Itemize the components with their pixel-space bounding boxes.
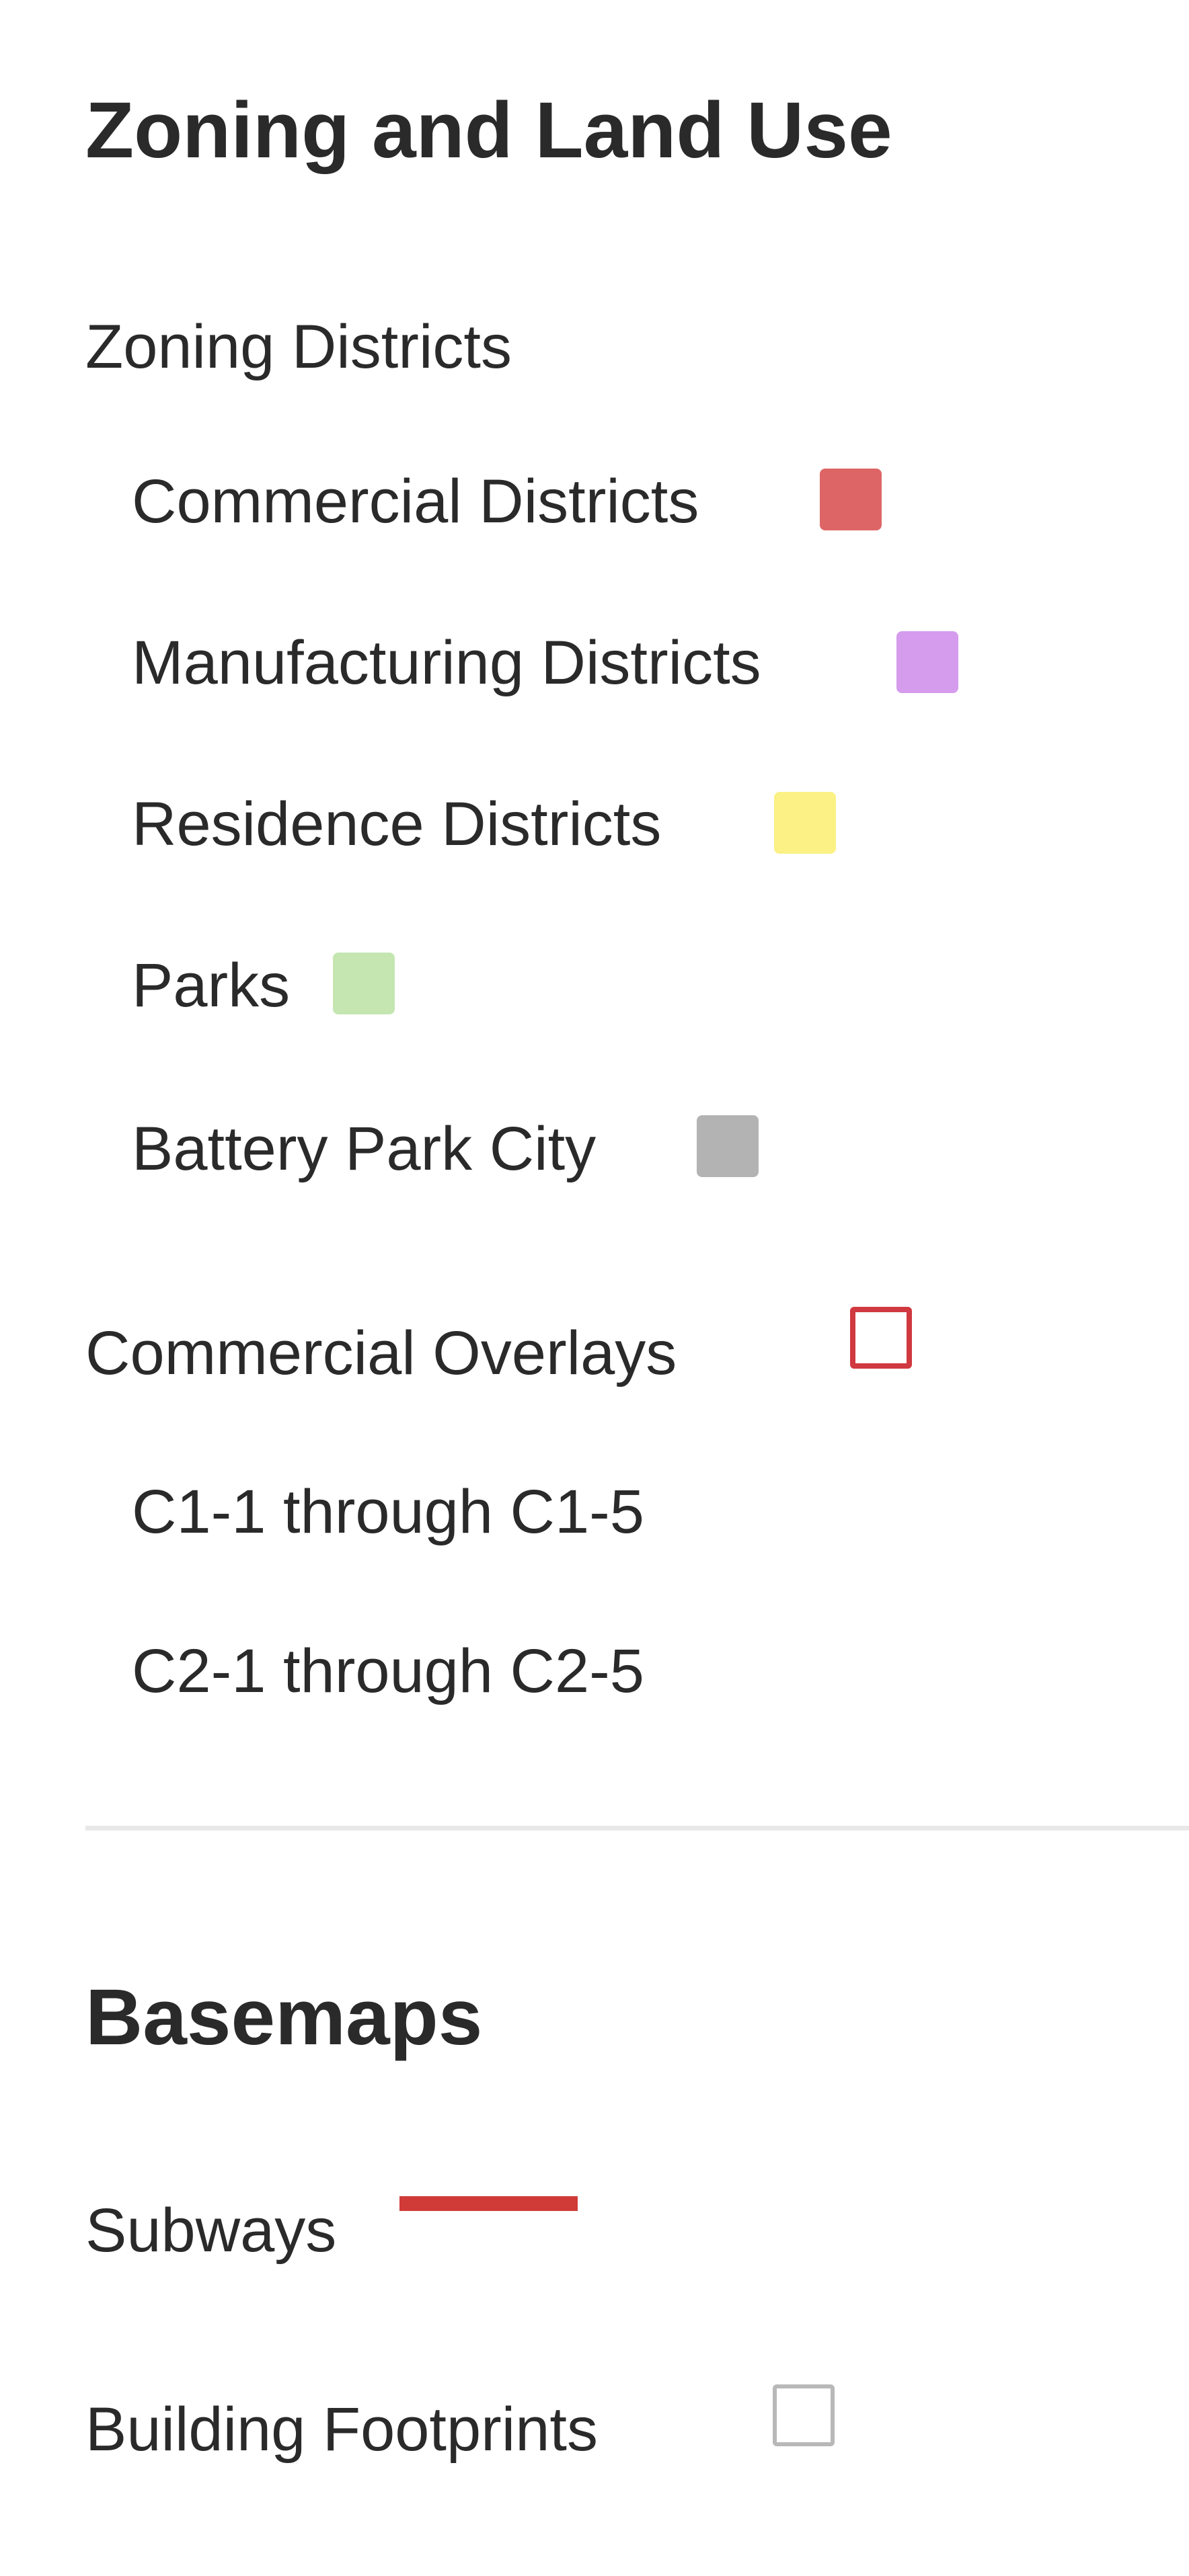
subway-line-icon: [399, 2196, 578, 2211]
overlay-item-c2: C2-1 through C2-5: [132, 1637, 644, 1705]
legend-item-label: Commercial Districts: [132, 467, 699, 536]
legend-item-label: Parks: [132, 951, 291, 1020]
legend-item-label: Battery Park City: [132, 1115, 597, 1183]
commercial-overlay-outline-icon: [850, 1307, 912, 1369]
basemap-item-label: Subways: [85, 2196, 337, 2265]
commercial-swatch-icon: [820, 469, 882, 530]
legend-item-label: Manufacturing Districts: [132, 629, 761, 697]
zoning-districts-heading: Zoning Districts: [85, 313, 512, 381]
section-title-zoning: Zoning and Land Use: [85, 86, 892, 175]
section-title-basemaps: Basemaps: [85, 1973, 483, 2062]
manufacturing-swatch-icon: [896, 631, 958, 693]
overlay-item-c1: C1-1 through C1-5: [132, 1478, 644, 1546]
residence-swatch-icon: [774, 792, 836, 854]
legend-item-label: Residence Districts: [132, 790, 662, 858]
section-divider: [85, 1826, 1189, 1830]
building-footprint-outline-icon: [773, 2384, 835, 2446]
commercial-overlays-heading: Commercial Overlays: [85, 1319, 677, 1387]
battery-park-city-swatch-icon: [697, 1115, 759, 1177]
basemap-item-label: Building Footprints: [85, 2395, 598, 2464]
parks-swatch-icon: [333, 953, 395, 1014]
